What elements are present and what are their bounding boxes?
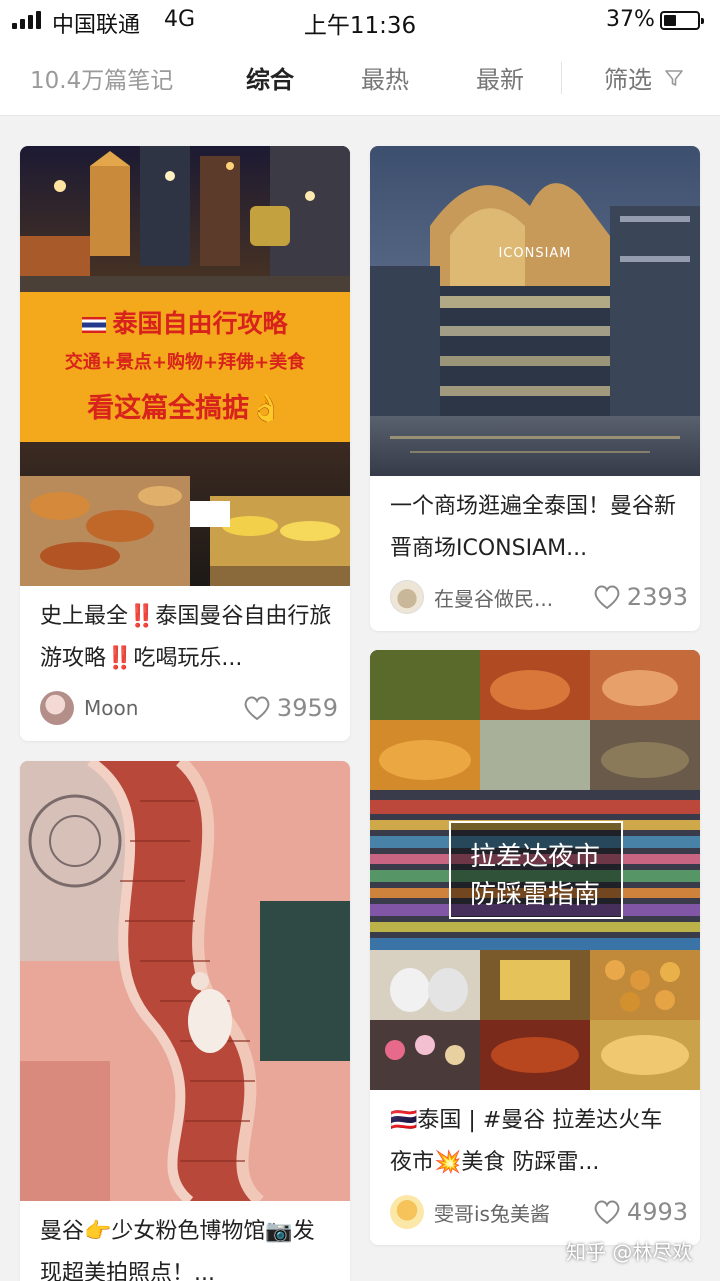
like-button[interactable]: 3959 <box>243 694 338 722</box>
filter-tab-bar: 10.4万篇笔记 综合 最热 最新 筛选 <box>0 40 720 116</box>
filter-label: 筛选 <box>604 66 652 94</box>
like-count: 3959 <box>276 694 338 722</box>
banner-subline: 防踩雷指南 <box>469 880 600 910</box>
banner-headline: 拉差达夜市 <box>469 842 600 872</box>
banner-headline: 泰国自由行攻略 <box>112 309 288 338</box>
thailand-flag-icon <box>82 317 107 333</box>
ok-hand-emoji: 👌 <box>249 393 283 424</box>
heart-icon <box>594 1200 620 1225</box>
heart-icon <box>244 696 270 721</box>
note-cover-image: 拉差达夜市 防踩雷指南 <box>370 650 700 1090</box>
iconsiam-mall-photo <box>370 146 700 476</box>
note-card[interactable]: 曼谷👉少女粉色博物馆📷发现超美拍照点！... <box>20 761 350 1281</box>
avatar[interactable] <box>390 580 424 614</box>
note-count: 10.4万篇笔记 <box>30 67 174 94</box>
banner-subline: 交通+景点+购物+拜佛+美食 <box>64 352 306 373</box>
building-sign: ICONSIAM <box>498 246 572 261</box>
battery-icon <box>660 11 704 30</box>
note-meta: 雯哥is兔美酱 4993 <box>390 1192 688 1232</box>
like-count: 2393 <box>626 583 688 611</box>
tab-hottest[interactable]: 最热 <box>361 60 409 95</box>
note-card[interactable]: 泰国自由行攻略 交通+景点+购物+拜佛+美食 看这篇全搞掂👌 史上最全‼️泰国曼… <box>20 146 350 741</box>
avatar[interactable] <box>390 1195 424 1229</box>
pink-staircase-photo <box>20 761 350 1201</box>
note-title: 曼谷👉少女粉色博物馆📷发现超美拍照点！... <box>40 1219 315 1281</box>
tab-divider <box>561 62 562 94</box>
filter-button[interactable]: 筛选 <box>604 60 684 95</box>
tab-newest[interactable]: 最新 <box>476 60 524 95</box>
heart-icon <box>594 585 620 610</box>
note-title: 🇹🇭泰国 | #曼谷 拉差达火车夜市💥美食 防踩雷... <box>390 1108 663 1175</box>
like-button[interactable]: 2393 <box>593 583 688 611</box>
author-name[interactable]: 在曼谷做民... <box>434 583 593 612</box>
tab-comprehensive[interactable]: 综合 <box>246 60 294 95</box>
note-cover-image <box>20 761 350 1201</box>
like-button[interactable]: 4993 <box>593 1198 688 1226</box>
note-card[interactable]: ICONSIAM 一个商场逛遍全泰国！曼谷新晋商场ICONSIAM... 在曼谷… <box>370 146 700 631</box>
avatar[interactable] <box>40 691 74 725</box>
author-name[interactable]: 雯哥is兔美酱 <box>434 1198 593 1227</box>
author-name[interactable]: Moon <box>84 696 243 720</box>
battery-percent: 37% <box>606 7 655 32</box>
note-cover-image: 泰国自由行攻略 交通+景点+购物+拜佛+美食 看这篇全搞掂👌 <box>20 146 350 586</box>
note-title: 一个商场逛遍全泰国！曼谷新晋商场ICONSIAM... <box>390 494 677 561</box>
like-count: 4993 <box>626 1198 688 1226</box>
note-meta: 在曼谷做民... 2393 <box>390 577 688 617</box>
watermark: 知乎 @林尽欢 <box>566 1240 693 1264</box>
note-meta: Moon 3959 <box>40 688 338 728</box>
note-title: 史上最全‼️泰国曼谷自由行旅游攻略‼️吃喝玩乐... <box>40 604 332 671</box>
note-cover-image: ICONSIAM <box>370 146 700 476</box>
note-card[interactable]: 拉差达夜市 防踩雷指南 🇹🇭泰国 | #曼谷 拉差达火车夜市💥美食 防踩雷...… <box>370 650 700 1245</box>
banner-callout: 看这篇全搞掂 <box>87 393 250 424</box>
funnel-icon <box>665 69 683 86</box>
status-bar: 中国联通 4G 上午11:36 37% <box>0 0 720 40</box>
